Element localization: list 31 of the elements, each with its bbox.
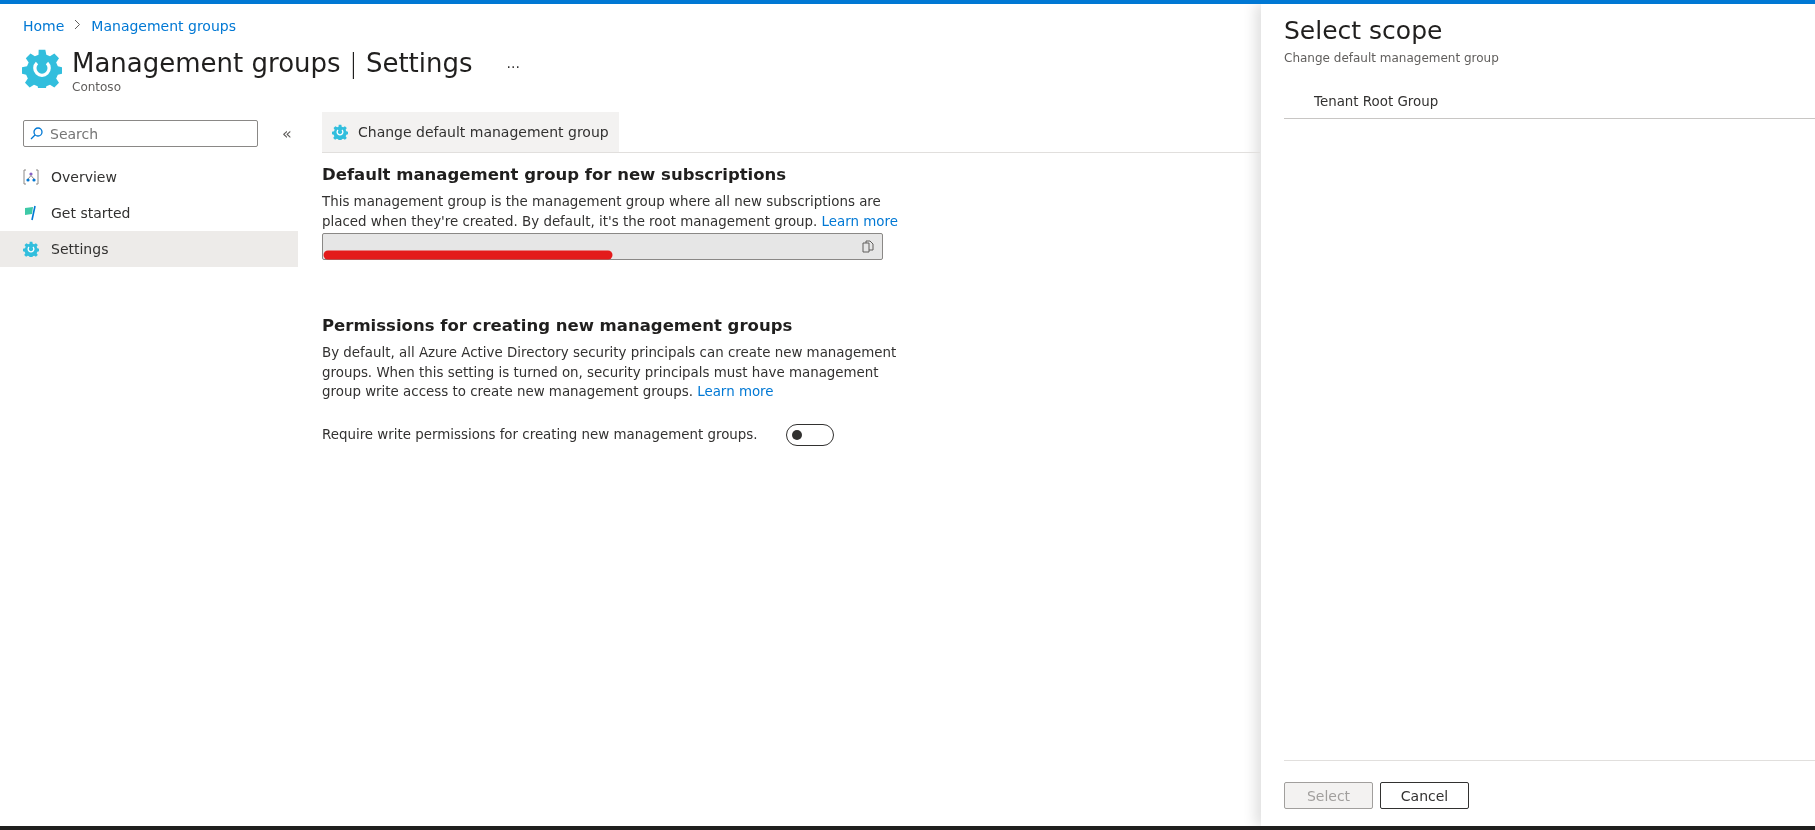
section-description: By default, all Azure Active Directory security principals can create new management groups. When this setting is turned on, security principals must have management group write access to create new management groups. Learn more (322, 344, 898, 401)
nav-item[interactable]: Settings (0, 231, 298, 267)
collapse-button[interactable]: « (276, 123, 298, 144)
nav-item[interactable]: Overview (0, 159, 298, 195)
flag-icon (23, 205, 39, 221)
organization-name: Contoso (72, 80, 122, 94)
more-button[interactable]: ··· (500, 56, 526, 78)
section-description: This management group is the management group where all new subscriptions are placed when they're created. By default, it's the root management group. Learn more (322, 193, 899, 231)
management-group-id-field[interactable] (322, 233, 883, 260)
section-heading: Default management group for new subscriptions (322, 165, 788, 184)
chevron-icon (74, 19, 82, 30)
panel-subtitle: Change default management group (1284, 51, 1500, 65)
change-default-button[interactable]: Change default management group (322, 112, 619, 152)
toggle-switch[interactable] (785, 423, 834, 446)
breadcrumb-link[interactable]: Management groups (91, 18, 236, 34)
breadcrumb-link[interactable]: Home (23, 18, 65, 34)
scope-item[interactable]: Tenant Root Group (1284, 87, 1815, 119)
page-title: Management groups | Settings (72, 48, 473, 78)
nav-item[interactable]: Get started (0, 195, 298, 231)
search-field[interactable]: Search (23, 120, 258, 147)
cancel-button[interactable]: Cancel (1380, 782, 1469, 809)
learn-more-link[interactable]: Learn more (821, 213, 898, 229)
hierarchy-icon (23, 169, 39, 185)
section-heading: Permissions for creating new management groups (322, 316, 794, 335)
gear-icon (23, 241, 39, 257)
toggle-label: Require write permissions for creating new management groups. (322, 427, 758, 442)
gear-icon (22, 48, 62, 88)
gear-icon (332, 124, 348, 140)
panel-title: Select scope (1284, 16, 1444, 45)
learn-more-link[interactable]: Learn more (697, 384, 774, 399)
copy-icon (862, 240, 874, 253)
